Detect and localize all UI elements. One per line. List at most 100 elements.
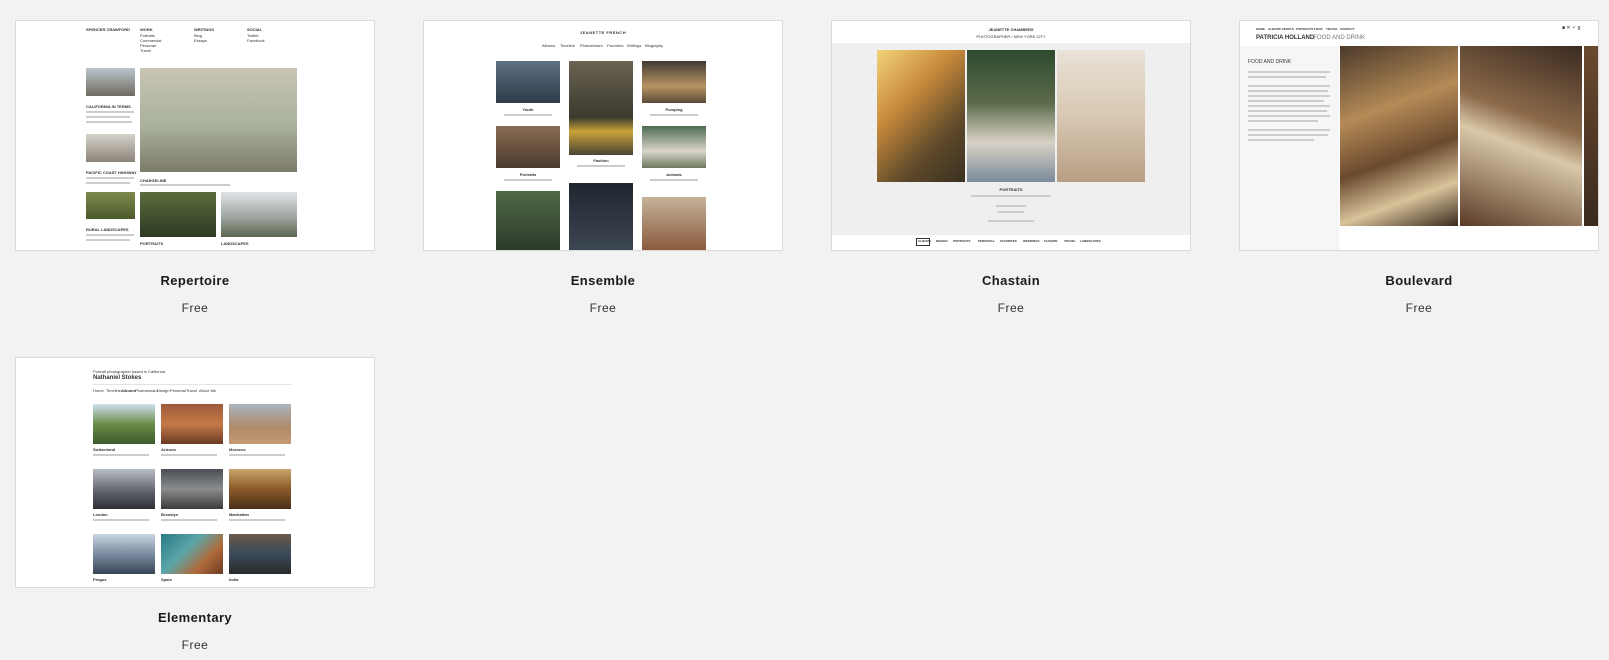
preview-photo xyxy=(642,126,706,168)
preview-photo xyxy=(93,534,155,574)
preview-photo xyxy=(569,61,633,155)
template-card-repertoire[interactable]: SPENCER CRAWFORD WORK Portraits Commerci… xyxy=(15,20,375,315)
preview-nav-item: Photostream xyxy=(135,388,158,393)
preview-nav-item: Favorites xyxy=(607,43,624,48)
template-price: Free xyxy=(997,301,1025,315)
preview-heading: FOOD AND DRINK xyxy=(1248,59,1292,65)
preview-nav-item: LANDSCAPES xyxy=(1080,239,1101,243)
preview-post-title: CALIFORNIA IN TERMS xyxy=(86,104,131,109)
preview-nav-head: SOCIAL xyxy=(247,27,263,32)
preview-nav-item: Albums xyxy=(121,388,136,393)
preview-caption: Morocco xyxy=(229,447,246,452)
preview-text-line xyxy=(161,454,217,456)
preview-caption: Fashion xyxy=(593,158,609,163)
preview-nav-item: CONTACT xyxy=(1340,27,1355,31)
template-name[interactable]: Elementary xyxy=(15,610,375,625)
preview-text-line xyxy=(504,114,552,116)
preview-nav-item: DESIGN xyxy=(936,239,948,243)
preview-nav-item: Photostream xyxy=(580,43,603,48)
preview-label: LANDSCAPES xyxy=(221,241,249,246)
preview-caption: India xyxy=(229,577,239,582)
preview-photo xyxy=(229,469,291,509)
preview-kicker: Portrait photographer based in Californi… xyxy=(93,369,166,374)
template-thumbnail[interactable]: JEANETTE FRENCH Albums Timeline Photostr… xyxy=(423,20,783,251)
preview-nav-item: PORTRAITS xyxy=(953,239,971,243)
preview-divider xyxy=(93,384,291,385)
template-card-chastain[interactable]: JEANETTE CHAMBERS PHOTOGRAPHER / NEW YOR… xyxy=(831,20,1191,315)
preview-nav-item: FOOD xyxy=(1314,27,1323,31)
template-name[interactable]: Ensemble xyxy=(423,273,783,288)
preview-text-line xyxy=(1248,95,1330,97)
preview-caption: Animals xyxy=(666,172,682,177)
preview-caption: London xyxy=(93,512,108,517)
preview-photo xyxy=(86,68,135,96)
preview-text-line xyxy=(86,111,134,113)
preview-nav-item: TRAVEL xyxy=(1326,27,1338,31)
preview-photo xyxy=(229,534,291,574)
template-thumbnail[interactable]: Portrait photographer based in Californi… xyxy=(15,357,375,588)
preview-text-line xyxy=(650,179,698,181)
preview-nav-item: Biography xyxy=(645,43,664,48)
preview-nav-item: Travel xyxy=(140,48,151,53)
preview-nav-item: FAVORITES xyxy=(1000,239,1017,243)
preview-feature-caption: CHARGELINE xyxy=(140,178,167,183)
template-name[interactable]: Chastain xyxy=(831,273,1191,288)
template-thumbnail[interactable]: HOME ALBUMS PEOPLE PORTRAITS FOOD TRAVEL… xyxy=(1239,20,1599,251)
preview-text-line xyxy=(93,454,149,456)
preview-photo xyxy=(161,404,223,444)
preview-text-line xyxy=(1248,71,1330,73)
template-name[interactable]: Boulevard xyxy=(1239,273,1599,288)
preview-photo xyxy=(496,61,560,103)
preview-nav-item: ALBUMS xyxy=(918,239,931,243)
preview-nav-item: FASHION xyxy=(1044,239,1058,243)
template-card-boulevard[interactable]: HOME ALBUMS PEOPLE PORTRAITS FOOD TRAVEL… xyxy=(1239,20,1599,315)
preview-nav-item: PORTRAITS xyxy=(1296,27,1314,31)
template-gallery: SPENCER CRAWFORD WORK Portraits Commerci… xyxy=(0,0,1609,660)
preview-nav-item: Facebook xyxy=(247,38,265,43)
template-name[interactable]: Repertoire xyxy=(15,273,375,288)
preview-photo xyxy=(221,192,297,237)
template-card-elementary[interactable]: Portrait photographer based in Californi… xyxy=(15,357,375,652)
preview-text-line xyxy=(650,114,698,116)
preview-photo xyxy=(569,183,633,250)
preview-site-name: JEANETTE FRENCH xyxy=(579,30,627,35)
preview-nav-item: Timeline xyxy=(106,388,121,393)
preview-photo xyxy=(496,191,560,250)
preview-text-line xyxy=(1248,76,1326,78)
preview-nav-item: Timeline xyxy=(560,43,575,48)
preview-text-line xyxy=(86,239,130,241)
preview-text-line xyxy=(86,116,130,118)
preview-nav-item: PEOPLE xyxy=(1282,27,1295,31)
preview-site-name: SPENCER CRAWFORD xyxy=(86,27,131,32)
preview-caption: Spain xyxy=(161,577,172,582)
preview-photo xyxy=(229,404,291,444)
preview-text-line xyxy=(140,184,230,186)
preview-text-line xyxy=(86,182,130,184)
preview-text-line xyxy=(1248,85,1330,87)
preview-text-line xyxy=(229,519,285,521)
preview-text-line xyxy=(1248,105,1330,107)
preview-caption: Prague xyxy=(93,577,107,582)
template-thumbnail[interactable]: JEANETTE CHAMBERS PHOTOGRAPHER / NEW YOR… xyxy=(831,20,1191,251)
preview-caption: Portraits xyxy=(519,172,537,177)
preview-brand: PATRICIA HOLLAND xyxy=(1256,35,1315,41)
preview-text-line xyxy=(229,454,285,456)
preview-text-line xyxy=(86,177,134,179)
preview-nav-item: Personal xyxy=(170,388,186,393)
preview-nav-item: HOME xyxy=(1256,27,1265,31)
preview-nav-item: Writings xyxy=(627,43,642,48)
preview-caption: Manhattan xyxy=(229,512,249,517)
preview-feature-photo xyxy=(140,68,297,172)
preview-text-line xyxy=(86,234,134,236)
preview-caption: Youth xyxy=(522,107,534,112)
preview-post-title: PACIFIC COAST HIGHWAY xyxy=(86,170,137,175)
preview-photo xyxy=(93,469,155,509)
preview-text-line xyxy=(86,121,132,123)
preview-nav-item: ALBUMS xyxy=(1268,27,1281,31)
preview-text-line xyxy=(161,519,217,521)
preview-nav-item: Essays xyxy=(194,38,207,43)
template-thumbnail[interactable]: SPENCER CRAWFORD WORK Portraits Commerci… xyxy=(15,20,375,251)
template-card-ensemble[interactable]: JEANETTE FRENCH Albums Timeline Photostr… xyxy=(423,20,783,315)
preview-text-line xyxy=(93,519,149,521)
preview-text-line xyxy=(1248,129,1330,131)
